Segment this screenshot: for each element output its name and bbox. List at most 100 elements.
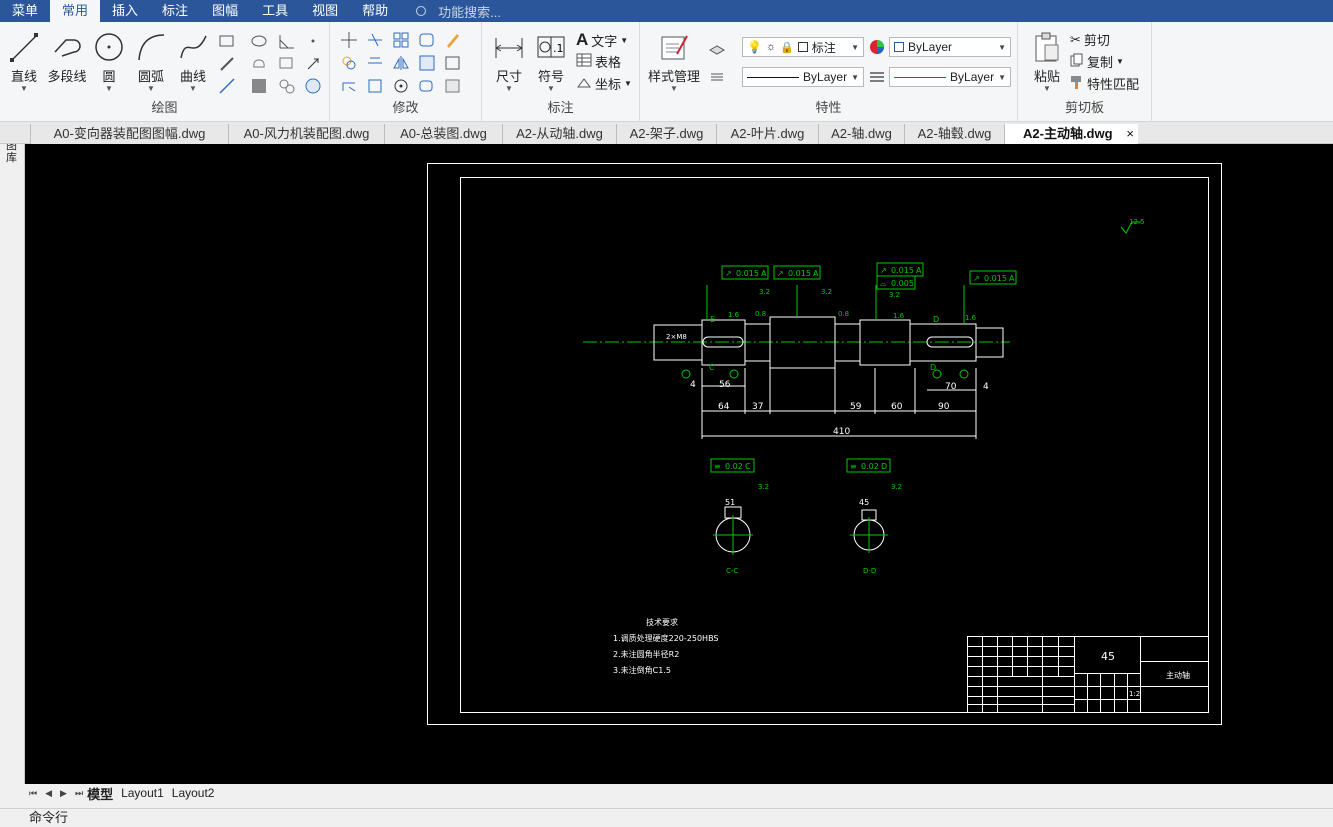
color-swatch-icon	[894, 42, 904, 52]
menu-help[interactable]: 帮助	[350, 0, 400, 22]
menu-tools[interactable]: 工具	[250, 0, 300, 22]
close-icon[interactable]: ×	[1126, 124, 1134, 144]
layout-tab-model[interactable]: 模型	[87, 784, 113, 803]
pencil-icon[interactable]	[444, 31, 462, 49]
color-wheel-icon[interactable]	[868, 38, 886, 56]
tol-1-sym: ↗	[777, 269, 784, 278]
window-icon[interactable]	[444, 54, 462, 72]
lineweight-combo[interactable]: ByLayer ▼	[889, 67, 1011, 87]
style-manager-button[interactable]: 样式管理 ▼	[644, 30, 704, 93]
construction-line-icon[interactable]	[218, 77, 236, 95]
break-icon[interactable]	[418, 54, 436, 72]
prev-layout-icon[interactable]: ◀	[45, 788, 52, 799]
curve-button[interactable]: 曲线 ▼	[175, 30, 211, 93]
layer-combo[interactable]: 💡 ☼ 🔒 标注 ▼	[742, 37, 864, 57]
hatch-icon[interactable]	[250, 77, 268, 95]
erase-icon[interactable]	[444, 77, 462, 95]
menu-annotate[interactable]: 标注	[150, 0, 200, 22]
copy-obj-icon[interactable]	[340, 54, 358, 72]
polyline-button[interactable]: 多段线	[44, 30, 90, 85]
circle-button[interactable]: 圆 ▼	[92, 30, 126, 93]
fillet-icon[interactable]	[418, 31, 436, 49]
polyline-icon	[51, 30, 83, 64]
drawing-svg[interactable]: 12.5 64 37 59 60 90 410 4 56 70 4 2×M8 E…	[25, 144, 1333, 784]
ellipse-icon[interactable]	[250, 32, 268, 50]
doc-tab-6[interactable]: A2-轴.dwg	[818, 124, 904, 144]
mirror-icon[interactable]	[392, 54, 410, 72]
doc-tab-2[interactable]: A0-总装图.dwg	[384, 124, 502, 144]
cut-button[interactable]: ✂ 剪切	[1070, 30, 1110, 49]
doc-tab-1[interactable]: A0-风力机装配图.dwg	[228, 124, 384, 144]
gradient-icon[interactable]	[278, 77, 296, 95]
roughness-2: 3.2	[759, 288, 770, 296]
section-label-d: D-D	[863, 567, 876, 575]
datum-c-label: C	[709, 363, 715, 372]
move-icon[interactable]	[340, 31, 358, 49]
datum-e-label: E	[710, 315, 715, 324]
first-layout-icon[interactable]: ⏮	[29, 788, 37, 799]
doc-tab-4[interactable]: A2-架子.dwg	[616, 124, 716, 144]
menu-home[interactable]: 常用	[50, 0, 101, 22]
lineweight-icon[interactable]	[868, 68, 886, 86]
dimension-button[interactable]: 尺寸 ▼	[490, 30, 528, 93]
rotate-icon[interactable]	[392, 77, 410, 95]
scale-icon[interactable]	[366, 77, 384, 95]
section-label-c: C-C	[726, 567, 738, 575]
menu-frame[interactable]: 图幅	[200, 0, 250, 22]
boundary-icon[interactable]	[278, 55, 296, 73]
color-combo[interactable]: ByLayer ▼	[889, 37, 1011, 57]
arrow-icon[interactable]	[304, 55, 322, 73]
copy-button[interactable]: 复制 ▼	[1070, 52, 1124, 71]
dim-length-59: 59	[850, 402, 862, 412]
trim-icon[interactable]	[366, 31, 384, 49]
arc-button[interactable]: 圆弧 ▼	[133, 30, 169, 93]
doc-tab-5[interactable]: A2-叶片.dwg	[716, 124, 818, 144]
match-properties-button[interactable]: 特性匹配	[1070, 74, 1139, 93]
left-side-strip: 图库	[0, 122, 25, 784]
layout-tab-layout1[interactable]: Layout1	[121, 786, 164, 800]
menu-insert[interactable]: 插入	[100, 0, 150, 22]
revcloud-icon[interactable]	[250, 55, 268, 73]
style-manager-icon	[658, 30, 690, 64]
symbol-button[interactable]: .1 符号 ▼	[532, 30, 570, 93]
drawing-canvas[interactable]: 12.5 64 37 59 60 90 410 4 56 70 4 2×M8 E…	[25, 144, 1333, 784]
last-layout-icon[interactable]: ⏭	[75, 788, 83, 799]
stretch-icon[interactable]	[340, 77, 358, 95]
next-layout-icon[interactable]: ▶	[60, 788, 67, 799]
dim-length-60: 60	[891, 402, 903, 412]
layer-icon[interactable]	[708, 38, 726, 56]
layout-tab-layout2[interactable]: Layout2	[172, 786, 215, 800]
region-icon[interactable]	[304, 77, 322, 95]
tol-2-val: 0.015	[891, 266, 914, 275]
feature-search[interactable]: 功能搜索...	[416, 2, 501, 21]
table-button[interactable]: 表格	[576, 52, 621, 71]
roughness-6: 3.2	[821, 288, 832, 296]
coordinate-button[interactable]: 坐标 ▼	[576, 74, 632, 93]
group-draw: 直线 ▼ 多段线 圆 ▼ 圆弧 ▼ 曲线 ▼ 绘图	[0, 22, 330, 122]
command-line[interactable]: 命令行	[0, 808, 1333, 826]
title-material: 45	[1101, 650, 1115, 663]
angle-icon[interactable]	[278, 32, 296, 50]
menu-menu[interactable]: 菜单	[0, 0, 50, 22]
list-icon[interactable]	[708, 68, 726, 86]
text-button[interactable]: A 文字 ▼	[576, 30, 628, 50]
tol-3-sym: ⌓	[880, 279, 887, 288]
roughness-4: 1.6	[893, 312, 905, 320]
array-icon[interactable]	[392, 31, 410, 49]
doc-tab-7[interactable]: A2-轴毂.dwg	[904, 124, 1004, 144]
explode-icon[interactable]	[418, 77, 436, 95]
doc-tab-active[interactable]: A2-主动轴.dwg ×	[1004, 124, 1138, 144]
menu-view[interactable]: 视图	[300, 0, 350, 22]
point-icon[interactable]	[304, 32, 322, 50]
section-dim-51: 51	[725, 498, 735, 507]
rectangle-icon[interactable]	[218, 32, 236, 50]
sec-tol-1-val: 0.02	[861, 462, 879, 471]
doc-tab-3[interactable]: A2-从动轴.dwg	[502, 124, 616, 144]
line-button[interactable]: 直线 ▼	[6, 30, 42, 93]
paste-button[interactable]: 粘贴 ▼	[1028, 30, 1066, 93]
line-slant-icon[interactable]	[218, 55, 236, 73]
title-part-name: 主动轴	[1166, 670, 1190, 680]
doc-tab-0[interactable]: A0-变向器装配图图幅.dwg	[30, 124, 228, 144]
extend-icon[interactable]	[366, 54, 384, 72]
linetype-combo[interactable]: ByLayer ▼	[742, 67, 864, 87]
